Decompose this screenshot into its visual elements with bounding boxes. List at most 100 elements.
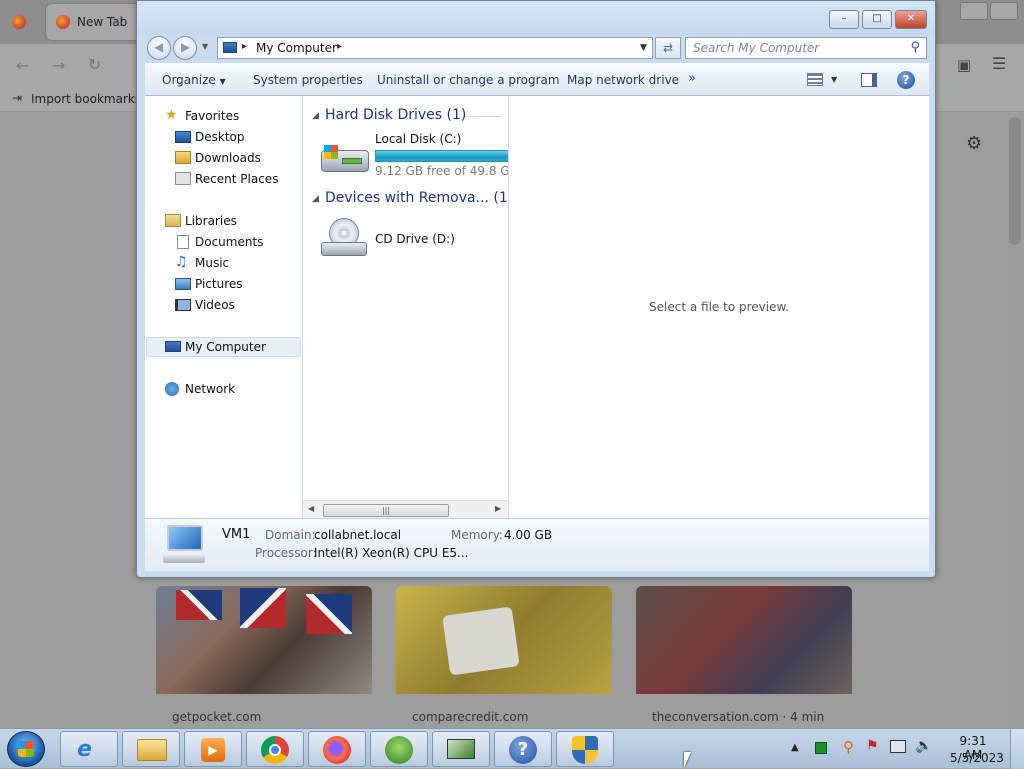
- scrollbar-thumb[interactable]: [1009, 117, 1021, 245]
- forward-button[interactable]: ▶: [173, 36, 197, 60]
- scroll-left-icon[interactable]: ◀: [308, 504, 314, 513]
- windows-logo-icon: [18, 741, 34, 757]
- breadcrumb-chevron-icon[interactable]: ▸: [337, 41, 342, 52]
- nav-item-videos[interactable]: Videos: [175, 298, 235, 312]
- map-network-drive-button[interactable]: Map network drive: [567, 73, 679, 87]
- nav-label: Favorites: [185, 109, 240, 123]
- domain-value: collabnet.local: [314, 528, 402, 542]
- view-options-dropdown-icon[interactable]: ▼: [831, 75, 837, 84]
- forward-arrow-icon[interactable]: →: [52, 56, 65, 75]
- magnifier-tray-icon[interactable]: ⚲: [843, 738, 854, 756]
- start-button[interactable]: [7, 731, 45, 767]
- nav-item-favorites[interactable]: ★ Favorites: [165, 107, 240, 123]
- taskbar-system-info[interactable]: [432, 731, 490, 767]
- videos-icon: [175, 299, 191, 311]
- taskbar-media-player[interactable]: ▶: [184, 731, 242, 767]
- drive-name: Local Disk (C:): [375, 132, 462, 146]
- firefox-menu-icon[interactable]: [12, 15, 26, 29]
- group-divider: [465, 116, 501, 117]
- taskbar-help[interactable]: ?: [494, 731, 552, 767]
- search-icon[interactable]: ⚲: [910, 40, 920, 55]
- recent-pages-dropdown-icon[interactable]: ▼: [202, 42, 208, 51]
- nav-item-music[interactable]: ♫ Music: [175, 254, 229, 270]
- scrollbar-thumb[interactable]: |||: [323, 504, 449, 517]
- nav-item-documents[interactable]: Documents: [177, 235, 263, 249]
- tile-label: comparecredit.com: [412, 710, 529, 724]
- group-header-removable-devices[interactable]: Devices with Remova... (1): [325, 190, 508, 206]
- shield-icon: [572, 736, 598, 764]
- chrome-center: [269, 744, 281, 756]
- import-bookmarks-link[interactable]: Import bookmarks...: [31, 92, 153, 106]
- taskbar-windows-update[interactable]: [370, 731, 428, 767]
- address-bar[interactable]: ▸ My Computer ▸ ▼: [217, 37, 653, 59]
- union-flag-image: [176, 590, 222, 620]
- hamburger-menu-icon[interactable]: ☰: [992, 54, 1006, 73]
- nav-item-my-computer[interactable]: My Computer: [165, 340, 266, 354]
- nav-item-network[interactable]: Network: [165, 382, 235, 396]
- preview-pane-icon[interactable]: [861, 73, 877, 87]
- search-input[interactable]: Search My Computer ⚲: [685, 37, 927, 59]
- back-button[interactable]: ◀: [147, 36, 171, 60]
- refresh-button[interactable]: ⇄: [655, 37, 681, 59]
- nav-item-libraries[interactable]: Libraries: [165, 214, 237, 228]
- more-commands-button[interactable]: »: [688, 71, 696, 86]
- address-dropdown-icon[interactable]: ▼: [640, 43, 647, 53]
- tile-theconversation[interactable]: [636, 586, 852, 694]
- computer-icon: [165, 341, 181, 352]
- minimize-button[interactable]: –: [829, 10, 859, 29]
- action-center-flag-icon[interactable]: ⚑: [866, 738, 879, 754]
- help-icon[interactable]: ?: [897, 71, 915, 89]
- breadcrumb-my-computer[interactable]: My Computer: [256, 41, 337, 55]
- tile-getpocket[interactable]: [156, 586, 372, 694]
- documents-icon: [177, 235, 189, 249]
- close-button[interactable]: ✕: [895, 10, 927, 29]
- nav-label: Videos: [195, 298, 235, 312]
- gear-icon[interactable]: ⚙: [966, 133, 982, 154]
- navigation-pane: ★ Favorites Desktop Downloads Recent Pla…: [145, 96, 303, 518]
- nav-item-pictures[interactable]: Pictures: [175, 277, 243, 291]
- drive-led: [342, 158, 362, 164]
- reload-icon[interactable]: ↻: [88, 55, 101, 74]
- taskbar-chrome[interactable]: [246, 731, 304, 767]
- firefox-close-button[interactable]: [990, 2, 1018, 20]
- nav-label: Pictures: [195, 277, 243, 291]
- taskbar-explorer[interactable]: [122, 731, 180, 767]
- back-arrow-icon[interactable]: ←: [16, 56, 29, 75]
- folder-icon: [137, 739, 167, 761]
- breadcrumb-chevron-icon[interactable]: ▸: [242, 41, 247, 52]
- tile-comparecredit[interactable]: [396, 586, 612, 694]
- horizontal-scrollbar[interactable]: ◀ ||| ▶: [303, 500, 508, 518]
- libraries-icon: [165, 214, 181, 227]
- nav-item-desktop[interactable]: Desktop: [175, 130, 245, 144]
- forward-arrow-icon: ▶: [181, 40, 191, 54]
- nav-item-downloads[interactable]: Downloads: [175, 151, 261, 165]
- taskbar-firefox[interactable]: [308, 731, 366, 767]
- firefox-restore-button[interactable]: [960, 2, 988, 20]
- tray-app-icon[interactable]: [815, 742, 827, 754]
- uninstall-program-button[interactable]: Uninstall or change a program: [377, 73, 560, 87]
- processor-value: Intel(R) Xeon(R) CPU E5...: [314, 546, 469, 560]
- star-icon: ★: [165, 107, 178, 123]
- organize-button[interactable]: Organize ▼: [162, 73, 226, 87]
- page-scrollbar[interactable]: [1006, 113, 1024, 728]
- nav-item-recent-places[interactable]: Recent Places: [175, 172, 278, 186]
- collapse-triangle-icon[interactable]: ◢: [312, 111, 319, 121]
- firefox-tab-icon: [56, 15, 70, 29]
- window-titlebar[interactable]: – □ ✕: [137, 1, 935, 35]
- clock-date[interactable]: 5/5/2023: [950, 751, 1004, 765]
- taskbar-internet-explorer[interactable]: e: [60, 731, 118, 767]
- group-header-hard-disk-drives[interactable]: Hard Disk Drives (1): [325, 107, 466, 123]
- maximize-button[interactable]: □: [862, 10, 892, 29]
- tab-new-tab[interactable]: New Tab: [46, 4, 142, 40]
- scroll-right-icon[interactable]: ▶: [495, 504, 501, 513]
- show-hidden-icons-arrow-icon[interactable]: ▲: [791, 742, 799, 753]
- collapse-triangle-icon[interactable]: ◢: [312, 194, 319, 204]
- memory-label: Memory:: [451, 528, 503, 542]
- extensions-icon[interactable]: ▣: [957, 56, 971, 74]
- network-tray-icon[interactable]: [890, 740, 906, 753]
- system-properties-button[interactable]: System properties: [253, 73, 363, 87]
- show-desktop-button[interactable]: [1010, 729, 1024, 769]
- taskbar-security-center[interactable]: [556, 731, 614, 767]
- volume-icon[interactable]: 🔈: [915, 738, 932, 754]
- change-view-icon[interactable]: [807, 73, 823, 86]
